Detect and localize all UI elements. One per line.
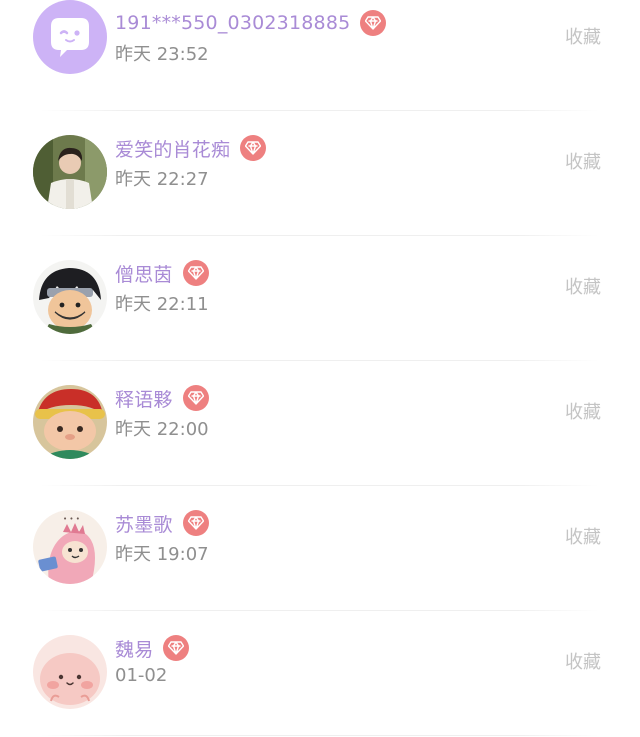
message-time: 昨天 22:00	[115, 419, 209, 440]
message-time: 昨天 23:52	[115, 44, 209, 65]
message-time: 昨天 22:11	[115, 294, 209, 315]
list-item[interactable]: 爱笑的肖花痴 昨天 22:27 收藏	[0, 111, 640, 236]
diamond-vip-icon	[182, 260, 209, 286]
sender-name[interactable]: 苏墨歌	[115, 510, 173, 537]
collect-button[interactable]: 收藏	[565, 148, 601, 174]
sender-name[interactable]: 释语夥	[115, 385, 173, 412]
list-item[interactable]: 僧思茵 昨天 22:11 收藏	[0, 236, 640, 361]
pink-dino-avatar[interactable]: • • •	[33, 510, 107, 584]
sender-name[interactable]: 僧思茵	[115, 260, 173, 287]
divider	[40, 735, 600, 736]
sender-name[interactable]: 爱笑的肖花痴	[115, 135, 230, 162]
diamond-vip-icon	[182, 510, 209, 536]
list-item[interactable]: • • • 苏墨歌 昨天 19:07 收藏	[0, 486, 640, 611]
man-photo-avatar[interactable]	[33, 135, 107, 209]
sender-name[interactable]: 魏易	[115, 635, 153, 662]
sender-line: 爱笑的肖花痴	[115, 134, 267, 162]
collect-button[interactable]: 收藏	[565, 648, 601, 674]
collect-button[interactable]: 收藏	[565, 273, 601, 299]
sender-line: 释语夥	[115, 384, 209, 412]
sender-name[interactable]: 191***550_0302318885	[115, 12, 350, 34]
sender-line: 魏易	[115, 634, 190, 662]
message-time: 01-02	[115, 665, 168, 686]
anime-ninja-avatar[interactable]	[33, 260, 107, 334]
collect-button[interactable]: 收藏	[565, 23, 601, 49]
sender-line: 苏墨歌	[115, 509, 209, 537]
svg-text:• • •: • • •	[63, 515, 80, 523]
list-item[interactable]: 释语夥 昨天 22:00 收藏	[0, 361, 640, 486]
message-time: 昨天 19:07	[115, 544, 209, 565]
collect-button[interactable]: 收藏	[565, 523, 601, 549]
collect-button[interactable]: 收藏	[565, 398, 601, 424]
diamond-vip-icon	[163, 635, 190, 661]
list-item[interactable]: 魏易 01-02 收藏	[0, 611, 640, 736]
diamond-vip-icon	[182, 385, 209, 411]
list-item[interactable]: 191***550_0302318885 昨天 23:52 收藏	[0, 0, 640, 111]
sender-line: 191***550_0302318885	[115, 9, 387, 37]
message-time: 昨天 22:27	[115, 169, 209, 190]
sender-line: 僧思茵	[115, 259, 209, 287]
diamond-vip-icon	[240, 135, 267, 161]
message-list: 191***550_0302318885 昨天 23:52 收藏 爱笑的肖花痴	[0, 0, 640, 736]
cartoon-boy-avatar[interactable]	[33, 385, 107, 459]
robot-face-avatar[interactable]	[33, 0, 107, 74]
diamond-vip-icon	[360, 10, 387, 36]
pink-blob-avatar[interactable]	[33, 635, 107, 709]
